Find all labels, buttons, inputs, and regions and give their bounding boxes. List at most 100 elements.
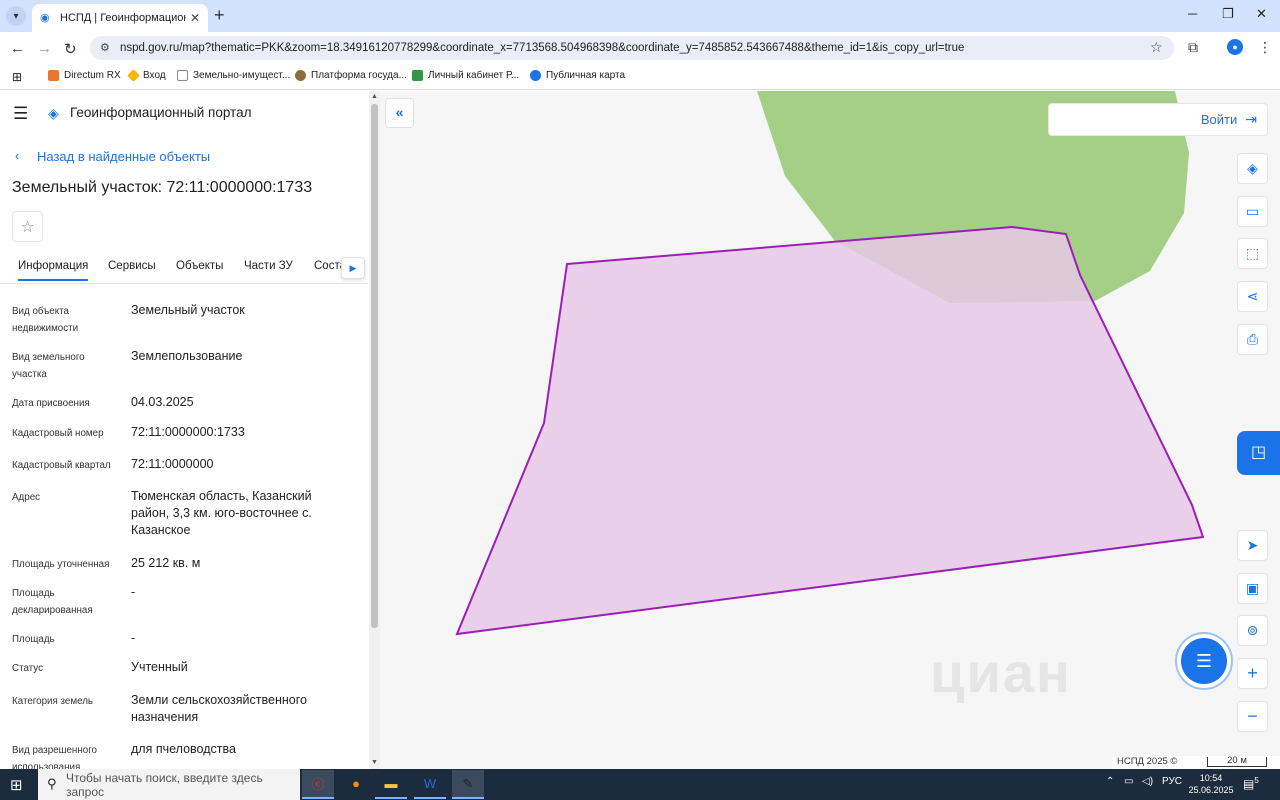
share-button[interactable]: ⋖ [1237,281,1268,312]
print-button[interactable]: ⎙ [1237,324,1268,355]
close-tab-icon[interactable]: ✕ [190,11,200,25]
minimize-icon[interactable]: ─ [1188,6,1197,21]
emblem-icon [295,70,306,81]
taskbar-firefox[interactable]: ● [340,770,372,799]
folder-icon: ▬ [384,776,398,791]
taskbar-clock[interactable]: 10:54 25.06.2025 [1186,772,1236,796]
prop-label: Категория земель [12,696,94,707]
tray-expand-icon[interactable]: ⌃ [1106,776,1114,787]
profile-avatar-icon[interactable]: ● [1227,39,1243,55]
paint-icon: ✎ [462,775,474,791]
portal-title: Геоинформационный портал [70,105,252,120]
plus-icon: + [1247,663,1258,683]
firefox-icon: ● [352,776,360,791]
tab-composition[interactable]: Состав [314,260,344,272]
zoom-in-button[interactable]: + [1237,658,1268,689]
assistant-button[interactable]: ◳ [1237,431,1280,475]
print-icon: ⎙ [1246,331,1259,347]
collapse-panel-button[interactable]: « [385,98,414,128]
word-icon: W [423,776,437,791]
bookmark-lk[interactable]: Личный кабинет Р... [412,70,519,81]
prop-label: Адрес [12,492,41,503]
prop-label: Кадастровый квартал [12,460,111,471]
back-to-results-link[interactable]: Назад в найденные объекты [37,149,210,164]
search-location-button[interactable]: ⊚ [1237,615,1268,646]
chat-button[interactable]: ☰ [1181,638,1227,684]
map-canvas[interactable] [380,91,1280,769]
taskbar-explorer[interactable]: ▬ [375,770,407,799]
scroll-down-arrow-icon[interactable]: ▼ [371,759,378,766]
notifications-icon[interactable]: ▤5 [1243,776,1259,791]
hamburger-menu-icon[interactable]: ☰ [13,104,28,124]
nspd-favicon-icon: ◉ [40,12,50,24]
info-tabs: Информация Сервисы Объекты Части ЗУ Сост… [0,252,368,284]
taskbar-app-paint[interactable]: ✎ [452,770,484,799]
site-info-icon[interactable]: ⚙ [100,41,110,54]
login-button[interactable]: Войти ⇥ [1048,103,1268,136]
map-layer [455,91,1205,636]
favorite-star-button[interactable]: ☆ [12,211,43,242]
bookmark-platforma[interactable]: Платформа госуда... [295,70,407,81]
extensions-icon[interactable]: ⧉ [1188,39,1198,56]
geolocation-button[interactable]: ➤ [1237,530,1268,561]
bookmark-zemelno[interactable]: Земельно-имущест... [177,70,290,81]
network-icon[interactable]: ▭ [1124,776,1133,787]
prop-label: Площадь [12,634,55,645]
new-tab-icon[interactable]: + [214,5,225,26]
prop-label: Дата присвоения [12,398,90,409]
vhod-icon [127,69,140,82]
location-search-icon: ⊚ [1246,622,1259,638]
ruler-button[interactable]: ▭ [1237,196,1268,227]
url-text: nspd.gov.ru/map?thematic=PKK&zoom=18.349… [120,42,965,54]
tab-services[interactable]: Сервисы [108,260,156,272]
taskbar-app-c[interactable]: ⓒ [302,770,334,799]
bookmark-directum[interactable]: Directum RX [48,70,121,81]
scroll-up-arrow-icon[interactable]: ▲ [371,93,378,100]
tab-search-button[interactable]: ▾ [6,6,26,26]
prop-label: Вид объекта недвижимости [12,306,79,334]
browser-tab[interactable]: ◉ НСПД | Геоинформационный ✕ [32,4,208,32]
prop-label: Вид земельного участка [12,352,85,380]
navigation-arrow-icon: ➤ [1246,537,1259,553]
share-icon: ⋖ [1246,288,1259,304]
language-indicator[interactable]: РУС [1162,776,1182,787]
rosreestr-icon [412,70,423,81]
chevron-left-icon[interactable]: ‹ [15,148,19,163]
bookmark-vhod[interactable]: Вход [127,69,166,82]
close-window-icon[interactable]: ✕ [1256,6,1267,22]
taskbar-search-input[interactable]: Чтобы начать поиск, введите здесь запрос [38,769,300,800]
page-title: Земельный участок: 72:11:0000000:1733 [12,179,313,196]
apps-grid-icon[interactable]: ⊞ [12,70,22,84]
tabs-scroll-right-button[interactable]: ▶ [341,257,365,279]
browser-menu-icon[interactable]: ⋮ [1258,39,1272,56]
volume-icon[interactable]: ◁) [1142,776,1153,787]
minimap-button[interactable]: ▣ [1237,573,1268,604]
tab-information[interactable]: Информация [18,260,89,281]
back-icon[interactable]: ← [10,40,25,57]
area-select-button[interactable]: ⬚ [1237,238,1268,269]
forward-icon[interactable]: → [37,40,52,57]
zoom-out-button[interactable]: − [1237,701,1268,732]
tab-parts[interactable]: Части ЗУ [244,260,293,272]
prop-value: для пчеловодства [131,742,236,756]
prop-value: - [131,631,136,645]
prop-value: Земельный участок [131,303,245,317]
image-icon [177,70,188,81]
bookmark-public-map[interactable]: Публичная карта [530,70,625,81]
bookmark-star-icon[interactable]: ☆ [1150,39,1163,56]
reload-icon[interactable]: ↻ [64,40,77,58]
sidebar-scroll-thumb[interactable] [371,104,378,628]
prop-value: - [131,585,136,599]
windows-start-icon[interactable]: ⊞ [10,776,23,794]
layers-icon: ◈ [1247,160,1258,176]
layers-button[interactable]: ◈ [1237,153,1268,184]
double-chevron-left-icon: « [395,104,404,120]
prop-label: Кадастровый номер [12,428,104,439]
restore-icon[interactable]: ❐ [1222,6,1234,22]
taskbar-word[interactable]: W [414,770,446,799]
app-c-icon: ⓒ [311,777,325,792]
tab-objects[interactable]: Объекты [176,260,223,272]
address-bar[interactable]: nspd.gov.ru/map?thematic=PKK&zoom=18.349… [90,36,1174,60]
prop-label: Площадь декларированная [12,588,93,616]
prop-value: Тюменская область, Казанский район, 3,3 … [131,489,312,537]
